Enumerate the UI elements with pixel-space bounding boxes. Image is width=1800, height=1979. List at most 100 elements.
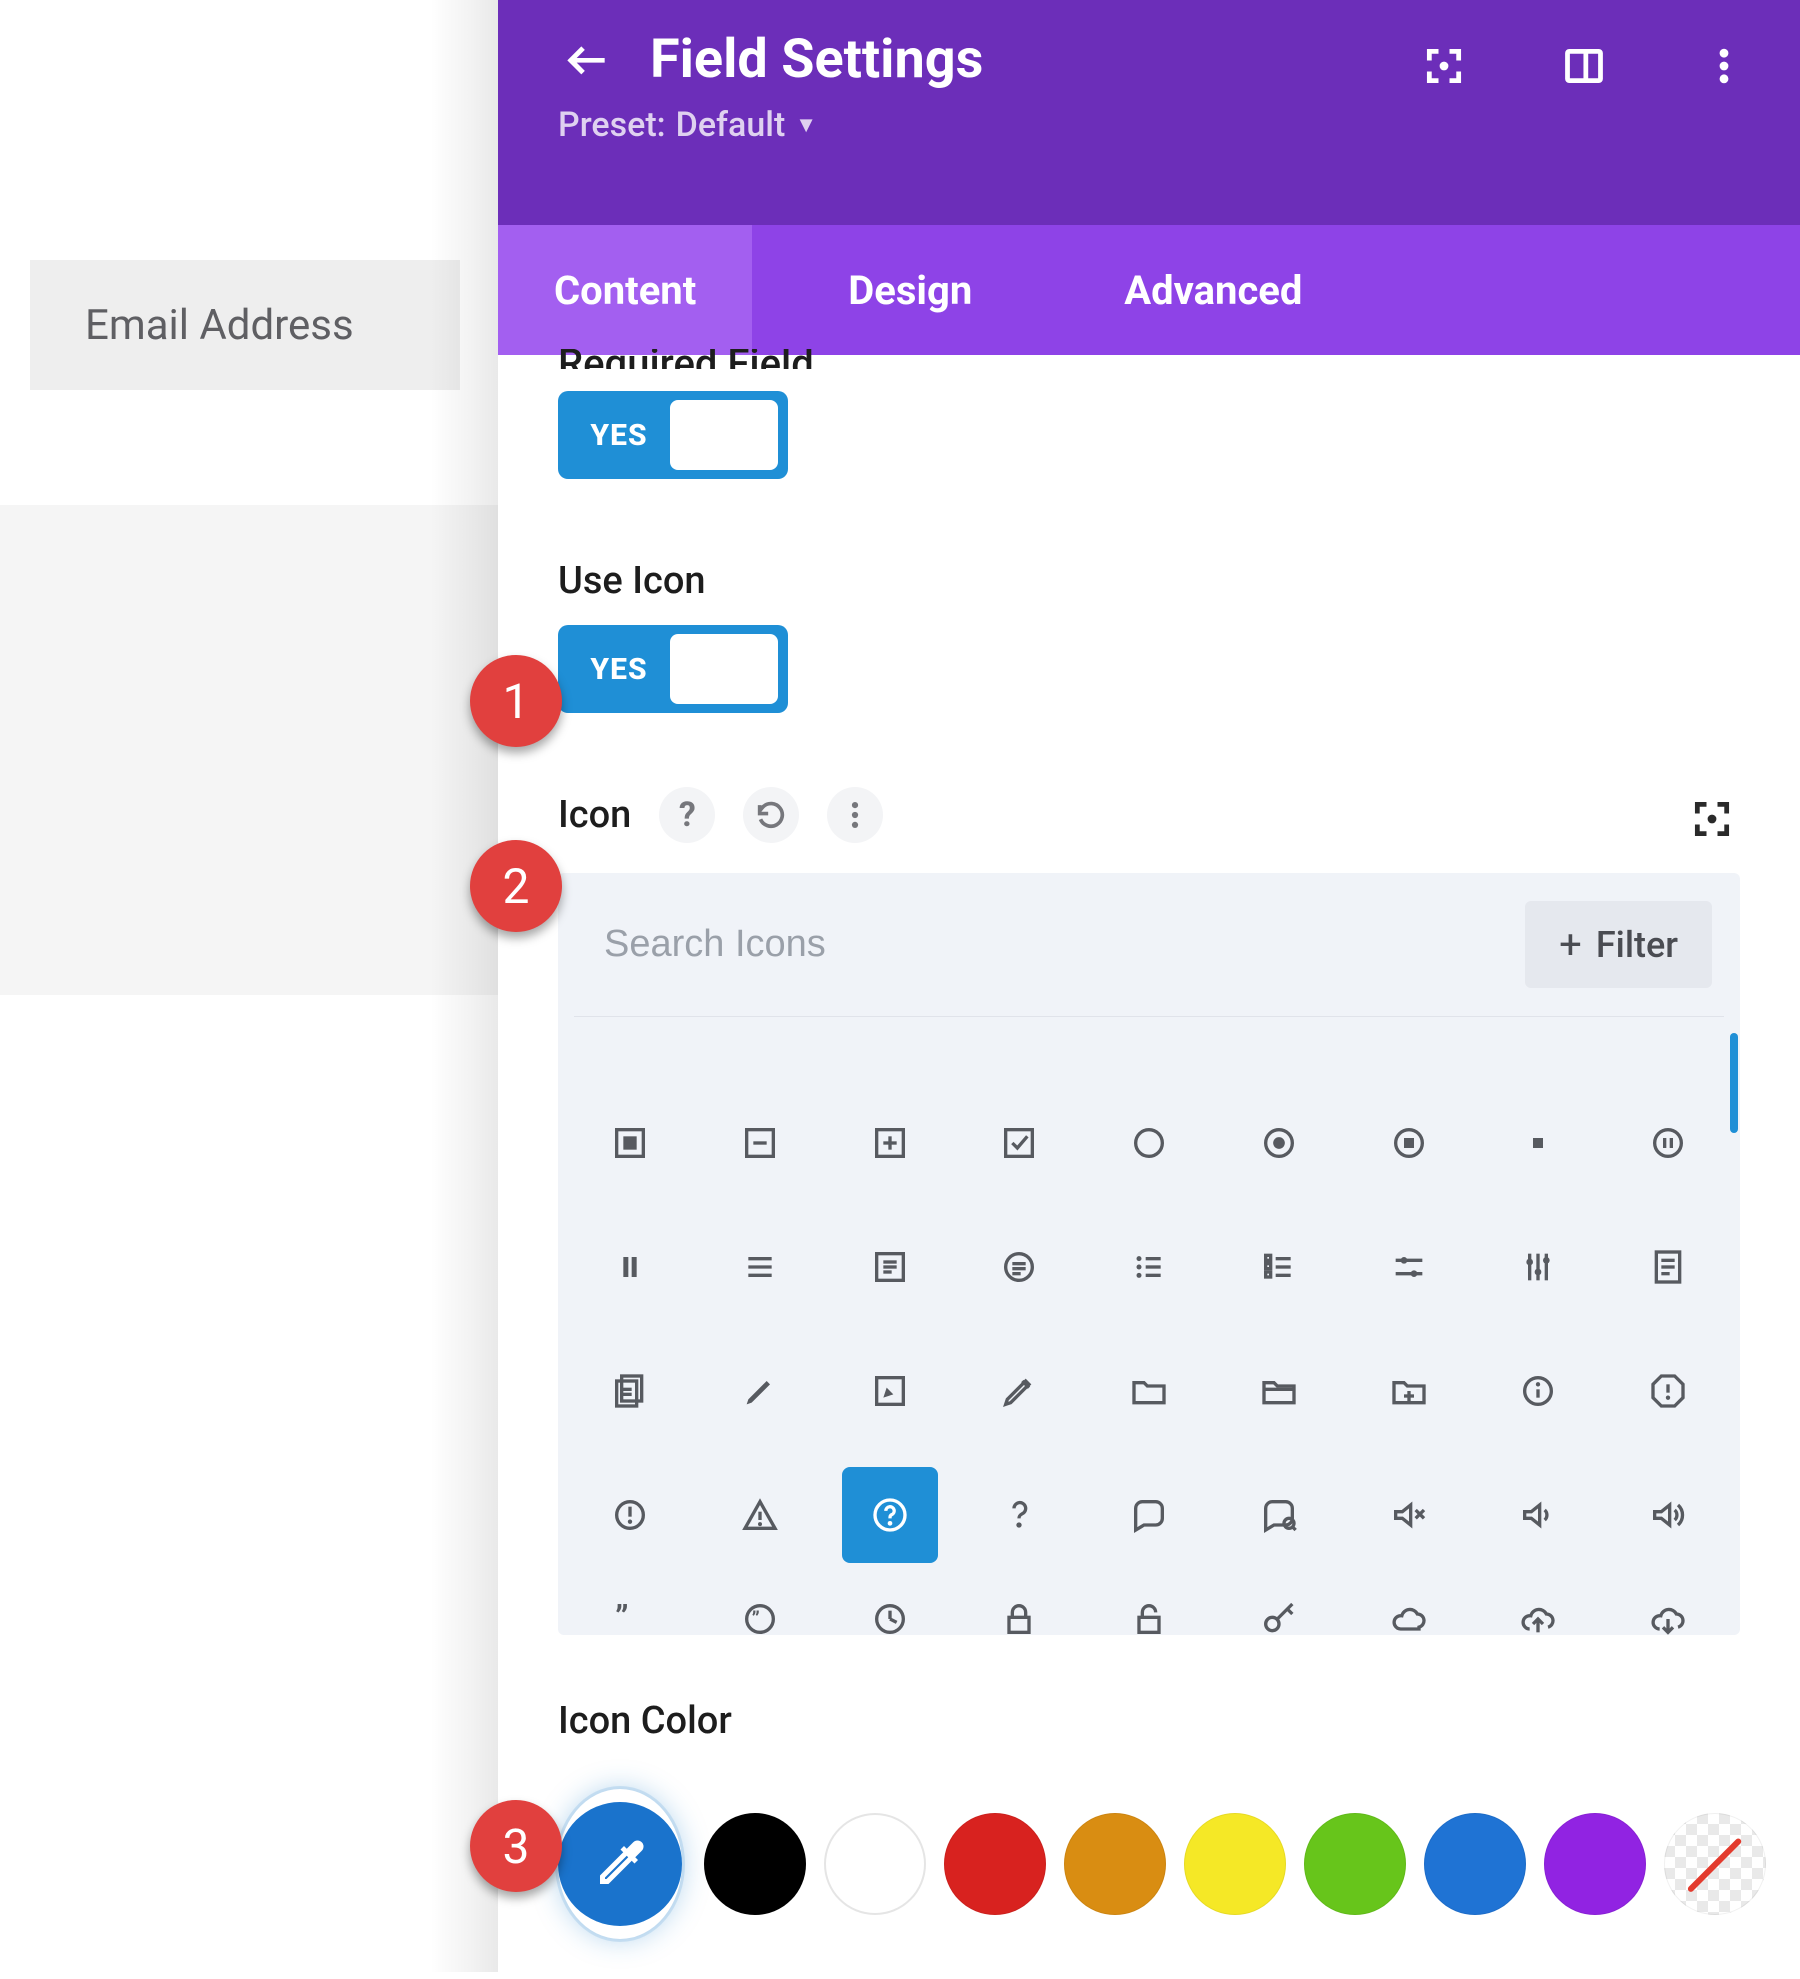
help-circle-icon[interactable] [842, 1467, 938, 1563]
pause-circle-icon[interactable] [1620, 1095, 1716, 1191]
minus-square-icon[interactable] [712, 1095, 808, 1191]
icon-grid-row: ”” [582, 1589, 1716, 1635]
cloud-up-icon[interactable] [1490, 1589, 1586, 1635]
svg-text:”: ” [751, 1607, 759, 1631]
folder-bar-icon[interactable] [1231, 1343, 1327, 1439]
tab-design[interactable]: Design [752, 225, 1068, 355]
required-field-label: Required Field [558, 349, 1740, 369]
list-dots-icon[interactable] [1101, 1219, 1197, 1315]
color-swatch[interactable] [824, 1813, 926, 1915]
quote-close-icon[interactable]: ” [582, 1589, 678, 1635]
pencil-icon[interactable] [712, 1343, 808, 1439]
preset-dropdown[interactable]: Preset: Default ▼ [558, 105, 1740, 145]
preview-blank-area [0, 505, 498, 995]
eyedropper-button[interactable] [558, 1802, 682, 1926]
color-swatch[interactable] [1664, 1813, 1766, 1915]
pause-icon[interactable] [582, 1219, 678, 1315]
use-icon-label: Use Icon [558, 559, 1740, 603]
icon-grid-row [582, 1465, 1716, 1565]
color-swatch[interactable] [1184, 1813, 1286, 1915]
cloud-icon[interactable] [1361, 1589, 1457, 1635]
form-preview-pane: Email Address [0, 0, 498, 1972]
file-text-icon[interactable] [1620, 1219, 1716, 1315]
panel-title: Field Settings [650, 28, 983, 91]
use-icon-toggle-knob [670, 634, 778, 704]
alert-triangle-icon[interactable] [712, 1467, 808, 1563]
alert-circle-icon[interactable] [582, 1467, 678, 1563]
key-icon[interactable] [1231, 1589, 1327, 1635]
cloud-down-icon[interactable] [1620, 1589, 1716, 1635]
icon-grid-cropped-row [582, 1039, 1716, 1075]
folder-plus-icon[interactable] [1361, 1343, 1457, 1439]
icon-color-row [558, 1789, 1740, 1939]
plus-square-icon[interactable] [842, 1095, 938, 1191]
preset-name: Default [676, 105, 786, 145]
icon-grid-scrollbar[interactable] [1730, 1033, 1738, 1133]
question-icon[interactable] [971, 1467, 1067, 1563]
annotation-step-3: 3 [470, 1800, 562, 1892]
color-swatch[interactable] [944, 1813, 1046, 1915]
email-input-preview[interactable]: Email Address [30, 260, 460, 390]
volume-high-icon[interactable] [1620, 1467, 1716, 1563]
quote-circle-icon[interactable]: ” [712, 1589, 808, 1635]
svg-text:”: ” [615, 1599, 629, 1635]
compose-icon[interactable] [971, 1343, 1067, 1439]
tab-content-label: Content [554, 267, 696, 314]
required-toggle[interactable]: YES [558, 391, 788, 479]
files-icon[interactable] [582, 1343, 678, 1439]
plus-icon: + [1559, 921, 1582, 968]
folder-icon[interactable] [1101, 1343, 1197, 1439]
tab-advanced-label: Advanced [1124, 267, 1302, 314]
use-icon-toggle[interactable]: YES [558, 625, 788, 713]
color-swatch[interactable] [1064, 1813, 1166, 1915]
clock-icon[interactable] [842, 1589, 938, 1635]
annotation-step-2: 2 [470, 840, 562, 932]
color-swatch[interactable] [1424, 1813, 1526, 1915]
icon-picker-toolbar: + Filter [558, 873, 1740, 1016]
back-icon[interactable] [558, 30, 614, 90]
tab-design-label: Design [848, 267, 972, 314]
text-circle-icon[interactable] [971, 1219, 1067, 1315]
alert-octagon-icon[interactable] [1620, 1343, 1716, 1439]
icon-grid-row [582, 1093, 1716, 1193]
list-numbered-icon[interactable] [1231, 1219, 1327, 1315]
chat-bubble-icon[interactable] [1101, 1467, 1197, 1563]
menu-lines-icon[interactable] [712, 1219, 808, 1315]
icon-grid-row [582, 1341, 1716, 1441]
fullscreen-icon[interactable] [1418, 40, 1470, 92]
icon-color-label: Icon Color [558, 1699, 1740, 1743]
help-icon[interactable]: ? [659, 787, 715, 843]
lock-open-icon[interactable] [1101, 1589, 1197, 1635]
dot-circle-icon[interactable] [1231, 1095, 1327, 1191]
expand-icon[interactable] [1684, 791, 1740, 847]
icon-grid-row [582, 1217, 1716, 1317]
color-swatch[interactable] [1544, 1813, 1646, 1915]
chat-search-icon[interactable] [1231, 1467, 1327, 1563]
layout-columns-icon[interactable] [1558, 40, 1610, 92]
text-box-icon[interactable] [842, 1219, 938, 1315]
color-swatch[interactable] [1304, 1813, 1406, 1915]
square-small-icon[interactable] [1490, 1095, 1586, 1191]
volume-mute-icon[interactable] [1361, 1467, 1457, 1563]
color-swatch[interactable] [704, 1813, 806, 1915]
compose-box-icon[interactable] [842, 1343, 938, 1439]
more-icon[interactable] [827, 787, 883, 843]
icon-search-input[interactable] [586, 909, 1505, 980]
circle-icon[interactable] [1101, 1095, 1197, 1191]
sliders-v-icon[interactable] [1490, 1219, 1586, 1315]
eyedropper-wrapper [558, 1789, 682, 1939]
tab-advanced[interactable]: Advanced [1068, 225, 1358, 355]
sliders-h-icon[interactable] [1361, 1219, 1457, 1315]
reset-icon[interactable] [743, 787, 799, 843]
check-square-icon[interactable] [971, 1095, 1067, 1191]
panel-body: Required Field YES Use Icon YES Icon ? [498, 349, 1800, 1979]
stop-filled-icon[interactable] [582, 1095, 678, 1191]
icon-filter-button[interactable]: + Filter [1525, 901, 1712, 988]
tab-content[interactable]: Content [498, 225, 752, 355]
volume-low-icon[interactable] [1490, 1467, 1586, 1563]
stop-circle-icon[interactable] [1361, 1095, 1457, 1191]
lock-icon[interactable] [971, 1589, 1067, 1635]
icon-grid: ”” [558, 1017, 1740, 1635]
more-vertical-icon[interactable] [1698, 40, 1750, 92]
info-circle-icon[interactable] [1490, 1343, 1586, 1439]
